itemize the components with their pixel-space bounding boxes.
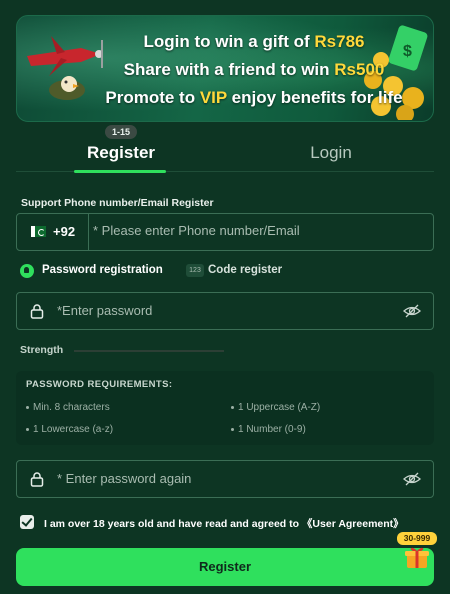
requirement-text: 1 Lowercase (a-z) (33, 424, 114, 435)
auth-tabs: Register Login (16, 140, 434, 174)
register-button[interactable]: Register (16, 548, 434, 586)
requirement-text: 1 Number (0-9) (238, 424, 306, 435)
banner-text: Login to win a gift of Rs786 Share with … (89, 28, 419, 112)
agreement-text[interactable]: I am over 18 years old and have read and… (44, 516, 404, 531)
banner-line-1: Login to win a gift of Rs786 (89, 28, 419, 56)
confirm-password-field (16, 460, 434, 498)
banner-line-3-suffix: enjoy benefits for life (226, 88, 403, 107)
phone-field: +92 (16, 213, 434, 251)
register-screen: $ Login to win a gift of Rs786 Share wit… (0, 0, 450, 594)
confirm-password-input[interactable] (57, 471, 387, 486)
bullet-icon (26, 405, 29, 409)
password-registration-option[interactable]: Password registration (42, 264, 163, 276)
pakistan-flag-icon (31, 226, 46, 237)
bullet-icon (231, 427, 234, 431)
gift-icon[interactable] (404, 545, 430, 569)
requirement-item: 1 Number (0-9) (231, 424, 306, 435)
tab-login[interactable]: Login (261, 140, 401, 170)
password-requirements: PASSWORD REQUIREMENTS: Min. 8 characters… (16, 371, 434, 445)
agreement-checkbox[interactable] (20, 515, 34, 529)
promo-banner[interactable]: $ Login to win a gift of Rs786 Share wit… (16, 15, 434, 122)
banner-line-2: Share with a friend to win Rs500 (89, 56, 419, 84)
bullet-icon (26, 427, 29, 431)
eye-off-icon[interactable] (403, 471, 421, 487)
requirements-title: PASSWORD REQUIREMENTS: (26, 379, 173, 390)
banner-vip: VIP (199, 88, 227, 107)
strength-label: Strength (20, 344, 64, 356)
tab-register[interactable]: Register (71, 140, 171, 170)
registration-mode: Password registration 123 Code register (20, 263, 320, 279)
requirement-item: 1 Uppercase (A-Z) (231, 402, 320, 413)
tab-active-indicator (74, 170, 166, 173)
phone-input[interactable] (93, 223, 423, 238)
lock-icon (30, 304, 44, 319)
banner-line-2-text: Share with a friend to win (123, 60, 335, 79)
banner-share-amount: Rs500 (334, 60, 385, 79)
banner-line-3: Promote to VIP enjoy benefits for life (89, 84, 419, 112)
requirement-item: 1 Lowercase (a-z) (26, 424, 113, 435)
banner-line-3-text: Promote to (105, 88, 200, 107)
bullet-icon (231, 405, 234, 409)
code-icon[interactable]: 123 (186, 264, 204, 277)
banner-gift-amount: Rs786 (314, 32, 365, 51)
code-register-option[interactable]: Code register (208, 264, 282, 276)
password-field (16, 292, 434, 330)
requirement-item: Min. 8 characters (26, 402, 110, 413)
country-code: +92 (53, 224, 76, 239)
lock-icon (30, 472, 44, 487)
password-input[interactable] (57, 303, 387, 318)
requirement-text: 1 Uppercase (A-Z) (238, 402, 321, 413)
phone-label: Support Phone number/Email Register (21, 197, 214, 209)
strength-meter (74, 350, 224, 352)
password-registration-radio-icon[interactable] (20, 264, 34, 278)
eye-off-icon[interactable] (403, 303, 421, 319)
banner-line-1-text: Login to win a gift of (143, 32, 315, 51)
agreement-row: I am over 18 years old and have read and… (20, 514, 420, 530)
requirement-text: Min. 8 characters (33, 402, 110, 413)
age-badge: 1-15 (105, 125, 137, 139)
gift-badge: 30-999 (397, 532, 437, 545)
country-selector[interactable]: +92 (17, 214, 89, 250)
